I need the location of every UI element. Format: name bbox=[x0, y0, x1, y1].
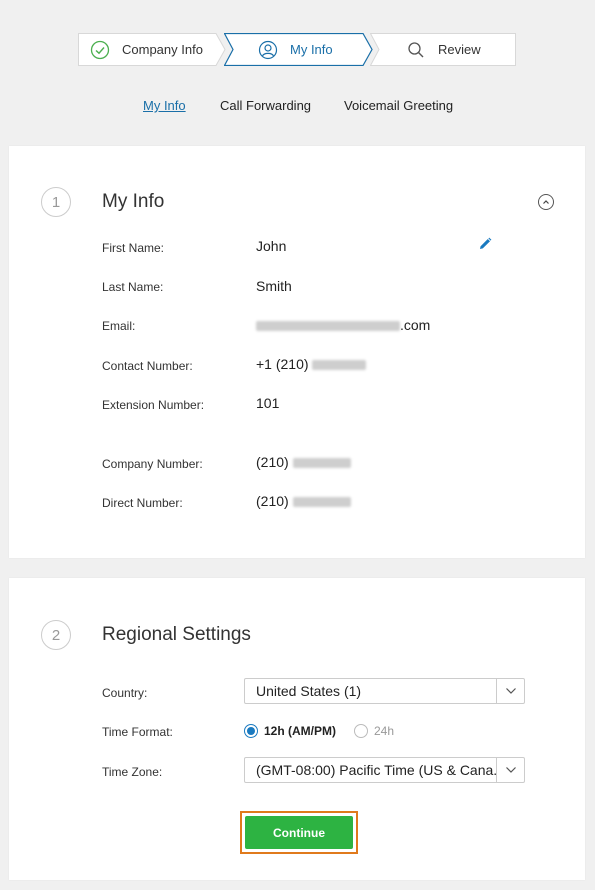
last-name-label: Last Name: bbox=[102, 280, 164, 294]
search-icon bbox=[406, 40, 426, 60]
subtab-my-info[interactable]: My Info bbox=[143, 98, 186, 113]
time-zone-selected-value: (GMT-08:00) Pacific Time (US & Cana... bbox=[256, 762, 496, 778]
direct-prefix: (210) bbox=[256, 493, 289, 509]
continue-button[interactable]: Continue bbox=[245, 816, 353, 849]
step-my-info[interactable]: My Info bbox=[224, 33, 373, 66]
edit-pencil-icon[interactable] bbox=[477, 236, 493, 252]
subtab-call-forwarding[interactable]: Call Forwarding bbox=[220, 98, 311, 113]
contact-number-label: Contact Number: bbox=[102, 359, 193, 373]
section-title: Regional Settings bbox=[102, 624, 251, 645]
subtab-voicemail-greeting[interactable]: Voicemail Greeting bbox=[344, 98, 453, 113]
time-zone-select[interactable]: (GMT-08:00) Pacific Time (US & Cana... bbox=[244, 757, 525, 783]
last-name-value: Smith bbox=[256, 278, 292, 294]
radio-24h-label[interactable]: 24h bbox=[374, 724, 394, 738]
company-number-value: (210) bbox=[256, 454, 351, 470]
radio-24h[interactable] bbox=[354, 724, 368, 738]
step-label: My Info bbox=[290, 42, 333, 57]
country-selected-value: United States (1) bbox=[256, 683, 362, 699]
chevron-up-icon bbox=[543, 200, 549, 204]
extension-label: Extension Number: bbox=[102, 398, 205, 412]
my-info-card: 1 My Info First Name: John Last Name: Sm… bbox=[9, 146, 585, 558]
section-title: My Info bbox=[102, 191, 165, 212]
email-suffix: .com bbox=[400, 317, 431, 333]
time-zone-label: Time Zone: bbox=[102, 765, 163, 779]
redacted-email bbox=[256, 321, 400, 332]
contact-number-value: +1 (210) bbox=[256, 356, 367, 372]
progress-stepper: Company Info My Info Review bbox=[78, 33, 516, 66]
chevron-down-icon bbox=[496, 758, 524, 782]
direct-number-value: (210) bbox=[256, 493, 351, 509]
redacted-number bbox=[292, 458, 351, 469]
step-review[interactable]: Review bbox=[370, 33, 516, 66]
time-format-radio-group: 12h (AM/PM) 24h bbox=[244, 724, 394, 738]
extension-value: 101 bbox=[256, 395, 280, 411]
step-company-info[interactable]: Company Info bbox=[78, 33, 226, 66]
step-label: Company Info bbox=[122, 42, 203, 57]
section-number: 2 bbox=[41, 620, 71, 650]
section-number: 1 bbox=[41, 187, 71, 217]
company-number-label: Company Number: bbox=[102, 457, 203, 471]
direct-number-label: Direct Number: bbox=[102, 496, 183, 510]
contact-prefix: +1 (210) bbox=[256, 356, 309, 372]
continue-highlight: Continue bbox=[240, 811, 358, 854]
collapse-button[interactable] bbox=[538, 194, 554, 210]
first-name-value: John bbox=[256, 238, 287, 254]
email-label: Email: bbox=[102, 319, 136, 333]
country-label: Country: bbox=[102, 686, 148, 700]
radio-12h[interactable] bbox=[244, 724, 258, 738]
company-prefix: (210) bbox=[256, 454, 289, 470]
chevron-down-icon bbox=[496, 679, 524, 703]
check-circle-icon bbox=[90, 40, 110, 60]
redacted-number bbox=[312, 360, 367, 371]
redacted-number bbox=[292, 497, 351, 508]
email-value: .com bbox=[256, 317, 430, 333]
regional-settings-card: 2 Regional Settings Country: United Stat… bbox=[9, 578, 585, 880]
user-icon bbox=[258, 40, 278, 60]
first-name-label: First Name: bbox=[102, 241, 165, 255]
country-select[interactable]: United States (1) bbox=[244, 678, 525, 704]
time-format-label: Time Format: bbox=[102, 725, 173, 739]
step-label: Review bbox=[438, 42, 481, 57]
radio-12h-label[interactable]: 12h (AM/PM) bbox=[264, 724, 336, 738]
